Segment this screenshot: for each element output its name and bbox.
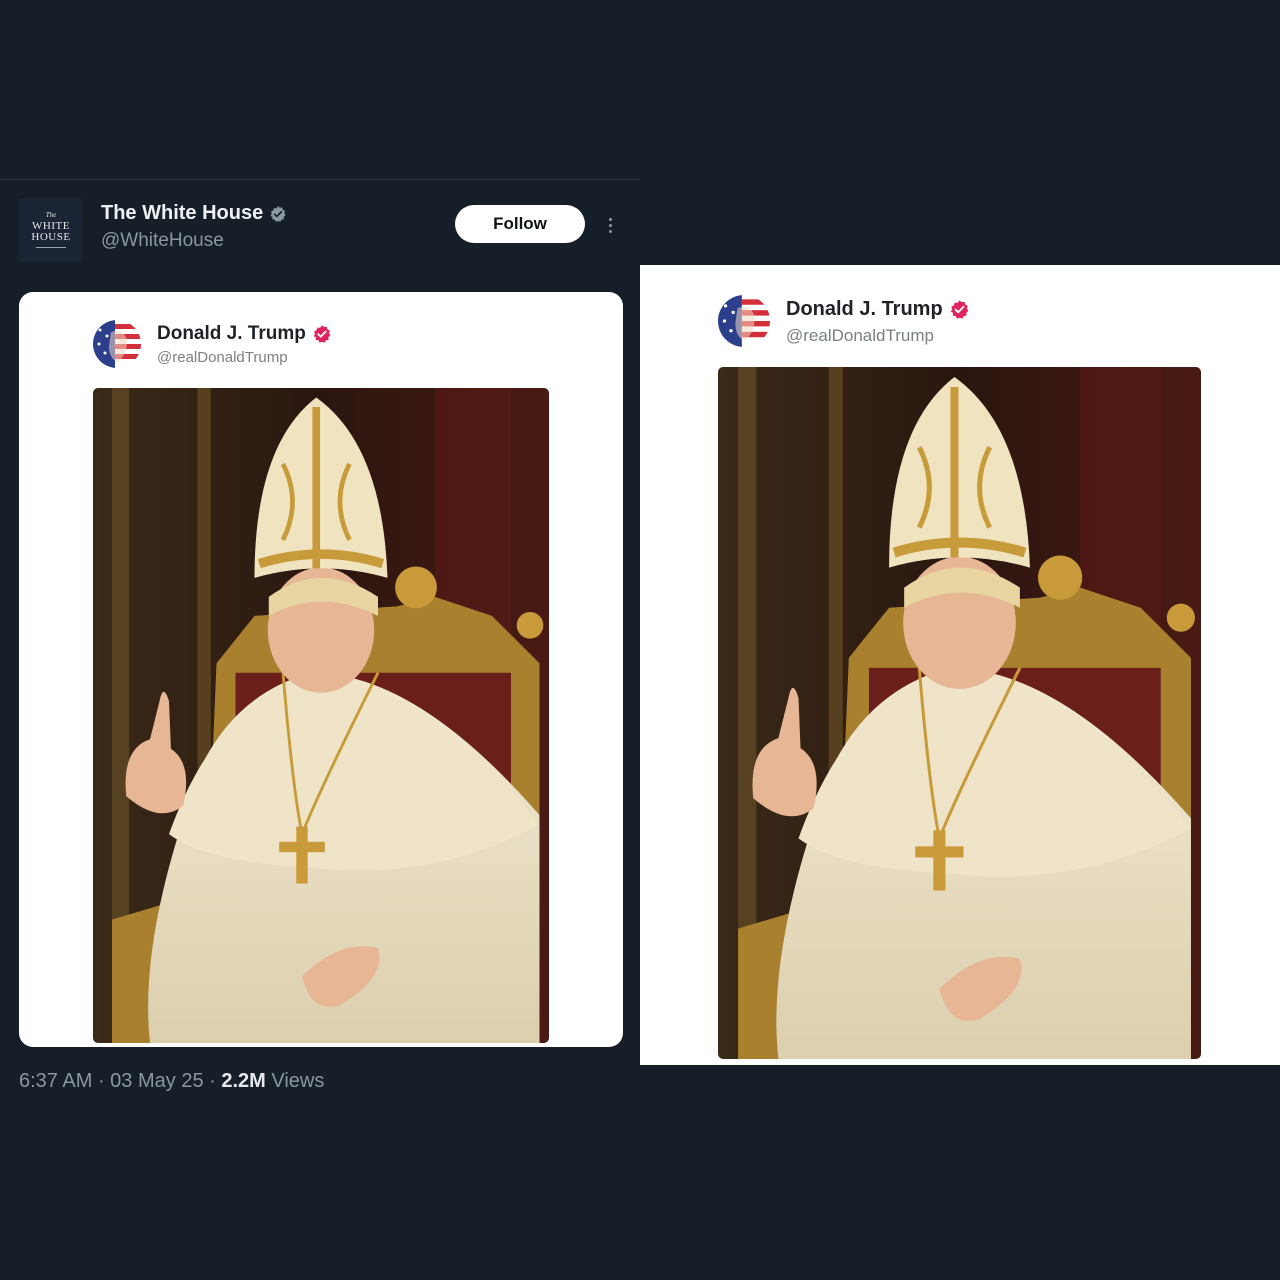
meta-separator: · [92, 1070, 111, 1092]
pope-portrait-illustration [718, 367, 1201, 1059]
top-divider [0, 179, 640, 180]
post-header: The WHITE HOUSE The White House @WhiteHo… [19, 198, 639, 262]
original-author-name[interactable]: Donald J. Trump [786, 298, 970, 321]
avatar-text-the: The [45, 211, 57, 219]
embedded-author-name-text: Donald J. Trump [157, 323, 306, 344]
embedded-author-handle[interactable]: @realDonaldTrump [157, 349, 288, 366]
verified-badge-icon [270, 205, 286, 222]
white-house-avatar[interactable]: The WHITE HOUSE [19, 198, 83, 262]
pope-portrait-image[interactable] [718, 367, 1201, 1059]
avatar-rule [36, 247, 66, 248]
meta-separator: · [203, 1070, 222, 1092]
trump-avatar[interactable] [718, 295, 770, 347]
embedded-author-name[interactable]: Donald J. Trump [157, 323, 332, 345]
verified-badge-icon [313, 325, 331, 343]
original-author-handle[interactable]: @realDonaldTrump [786, 326, 934, 346]
more-vertical-icon[interactable] [603, 210, 617, 240]
original-post-card[interactable]: Donald J. Trump @realDonaldTrump [640, 265, 1280, 1065]
pope-portrait-image[interactable] [93, 388, 549, 1043]
original-author-name-text: Donald J. Trump [786, 298, 943, 320]
avatar-text-house: HOUSE [31, 231, 71, 243]
views-label: Views [265, 1070, 325, 1092]
flag-portrait-icon [93, 320, 141, 368]
follow-button[interactable]: Follow [455, 205, 585, 243]
post-time[interactable]: 6:37 AM [19, 1070, 92, 1092]
post-date[interactable]: 03 May 25 [110, 1070, 203, 1092]
author-handle[interactable]: @WhiteHouse [101, 230, 224, 252]
embedded-post-card[interactable]: Donald J. Trump @realDonaldTrump [19, 292, 623, 1047]
verified-badge-icon [950, 300, 969, 319]
post-meta: 6:37 AM · 03 May 25 · 2.2M Views [19, 1070, 324, 1093]
views-count: 2.2M [221, 1070, 266, 1092]
trump-avatar[interactable] [93, 320, 141, 368]
author-name[interactable]: The White House [101, 202, 287, 225]
author-name-text: The White House [101, 202, 264, 224]
flag-portrait-icon [718, 295, 770, 347]
pope-portrait-illustration [93, 388, 549, 1043]
